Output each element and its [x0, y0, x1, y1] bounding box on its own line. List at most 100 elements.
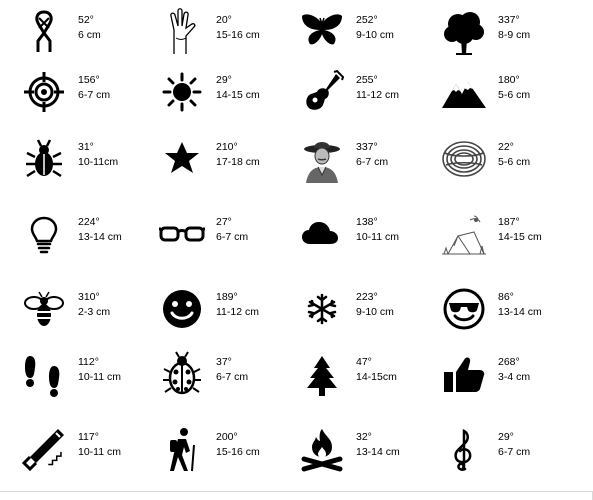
campsite-tent-icon: [440, 210, 488, 258]
symbol-card: 29° 14-15 cm: [158, 68, 298, 128]
symbol-card: 337° 6-7 cm: [298, 135, 438, 195]
symbol-card: 200° 15-16 cm: [158, 425, 298, 485]
symbol-info: 37° 6-7 cm: [216, 355, 248, 385]
rope-coil-icon: [440, 135, 488, 183]
symbol-size: 13-14 cm: [498, 306, 542, 318]
symbol-angle: 255°: [356, 74, 378, 86]
symbol-info: 29° 6-7 cm: [498, 430, 530, 460]
symbol-angle: 210°: [216, 141, 238, 153]
symbol-size: 6-7 cm: [216, 371, 249, 383]
target-icon: [20, 68, 68, 116]
symbol-size: 10-11cm: [78, 156, 119, 168]
symbol-size: 6 cm: [78, 29, 101, 41]
symbol-info: 138° 10-11 cm: [356, 215, 399, 245]
treble-clef-icon: [440, 425, 488, 473]
bug-icon: [20, 135, 68, 183]
symbol-info: 337° 6-7 cm: [356, 140, 388, 170]
symbol-size: 6-7 cm: [356, 156, 389, 168]
symbol-card: 187° 14-15 cm: [440, 210, 580, 270]
symbol-info: 268° 3-4 cm: [498, 355, 530, 385]
symbol-angle: 52°: [78, 14, 94, 26]
symbol-info: 310° 2-3 cm: [78, 290, 110, 320]
symbol-size: 2-3 cm: [78, 306, 111, 318]
symbol-angle: 37°: [216, 356, 232, 368]
mountains-icon: [440, 68, 488, 116]
symbol-card: 31° 10-11cm: [20, 135, 160, 195]
hiker-icon: [158, 425, 206, 473]
symbol-size: 9-10 cm: [356, 29, 394, 41]
symbol-info: 180° 5-6 cm: [498, 73, 530, 103]
symbol-angle: 189°: [216, 291, 238, 303]
bee-icon: [20, 285, 68, 333]
symbol-angle: 138°: [356, 216, 378, 228]
symbol-info: 27° 6-7 cm: [216, 215, 248, 245]
symbol-angle: 20°: [216, 14, 232, 26]
symbol-size: 15-16 cm: [216, 29, 260, 41]
symbol-info: 20° 15-16 cm: [216, 13, 260, 43]
symbol-size: 14-15cm: [356, 371, 397, 383]
cloud-icon: [298, 210, 346, 258]
symbol-angle: 337°: [356, 141, 378, 153]
campfire-icon: [298, 425, 346, 473]
symbol-size: 13-14 cm: [78, 231, 122, 243]
symbol-info: 86° 13-14 cm: [498, 290, 542, 320]
symbol-angle: 22°: [498, 141, 514, 153]
symbol-card: 22° 5-6 cm: [440, 135, 580, 195]
symbol-size: 14-15 cm: [498, 231, 542, 243]
symbol-angle: 252°: [356, 14, 378, 26]
footprints-icon: [20, 350, 68, 398]
symbol-angle: 223°: [356, 291, 378, 303]
symbol-card: 86° 13-14 cm: [440, 285, 580, 345]
symbol-card: 255° 11-12 cm: [298, 68, 438, 128]
scout-founder-portrait-icon: [298, 135, 346, 183]
glasses-icon: [158, 210, 206, 258]
symbol-angle: 200°: [216, 431, 238, 443]
symbol-card: 27° 6-7 cm: [158, 210, 298, 270]
knot-icon: [20, 8, 68, 56]
symbol-size: 8-9 cm: [498, 29, 531, 41]
symbol-info: 47° 14-15cm: [356, 355, 397, 385]
smiley-face-icon: [158, 285, 206, 333]
symbol-size: 17-18 cm: [216, 156, 260, 168]
symbol-size: 6-7 cm: [78, 89, 111, 101]
symbol-size: 10-11 cm: [78, 371, 121, 383]
symbol-info: 31° 10-11cm: [78, 140, 118, 170]
symbol-info: 32° 13-14 cm: [356, 430, 400, 460]
symbol-info: 187° 14-15 cm: [498, 215, 542, 245]
symbol-angle: 31°: [78, 141, 94, 153]
symbol-card: 337° 8-9 cm: [440, 8, 580, 68]
symbol-card: 47° 14-15cm: [298, 350, 438, 410]
saw-icon: [20, 425, 68, 473]
star-icon: [158, 135, 206, 183]
symbol-angle-sheet: 52° 6 cm 20° 15-16 cm 252° 9-10 cm 337° 8-9 cm 1…: [0, 0, 593, 500]
pine-tree-icon: [298, 350, 346, 398]
symbol-size: 5-6 cm: [498, 89, 531, 101]
symbol-card: 210° 17-18 cm: [158, 135, 298, 195]
symbol-info: 112° 10-11 cm: [78, 355, 121, 385]
symbol-card: 32° 13-14 cm: [298, 425, 438, 485]
symbol-card: 156° 6-7 cm: [20, 68, 160, 128]
symbol-size: 9-10 cm: [356, 306, 394, 318]
symbol-angle: 86°: [498, 291, 514, 303]
symbol-card: 29° 6-7 cm: [440, 425, 580, 485]
symbol-card: 112° 10-11 cm: [20, 350, 160, 410]
symbol-angle: 32°: [356, 431, 372, 443]
symbol-card: 310° 2-3 cm: [20, 285, 160, 345]
symbol-card: 138° 10-11 cm: [298, 210, 438, 270]
symbol-angle: 29°: [498, 431, 514, 443]
tree-icon: [440, 8, 488, 56]
symbol-card: 37° 6-7 cm: [158, 350, 298, 410]
symbol-info: 22° 5-6 cm: [498, 140, 530, 170]
symbol-angle: 180°: [498, 74, 520, 86]
guitar-icon: [298, 68, 346, 116]
symbol-size: 11-12 cm: [356, 89, 399, 101]
ladybug-icon: [158, 350, 206, 398]
symbol-card: 180° 5-6 cm: [440, 68, 580, 128]
symbol-size: 6-7 cm: [216, 231, 249, 243]
symbol-angle: 29°: [216, 74, 232, 86]
symbol-angle: 117°: [78, 431, 99, 443]
symbol-info: 252° 9-10 cm: [356, 13, 394, 43]
symbol-angle: 187°: [498, 216, 520, 228]
symbol-size: 13-14 cm: [356, 446, 400, 458]
symbol-info: 223° 9-10 cm: [356, 290, 394, 320]
